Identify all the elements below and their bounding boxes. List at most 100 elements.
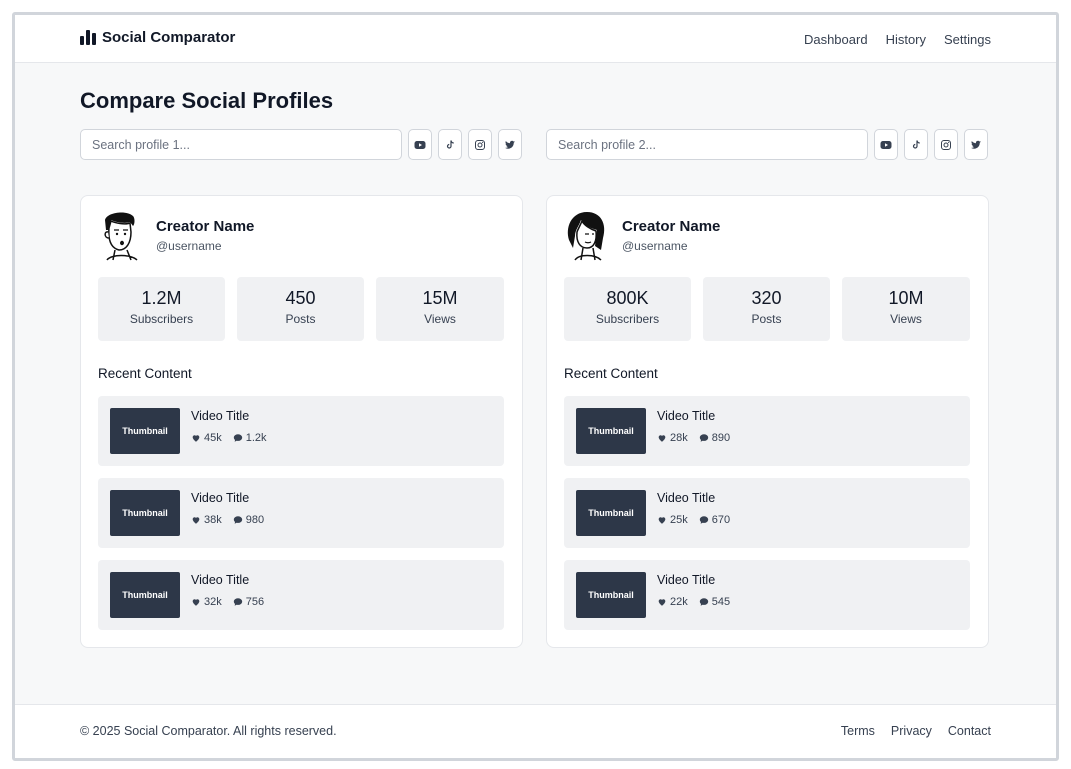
likes-count: 38k [204, 514, 222, 526]
thumbnail[interactable]: Thumbnail [576, 490, 646, 536]
stat-posts: 320 Posts [703, 277, 830, 341]
stat-posts: 450 Posts [237, 277, 364, 341]
content-list: Thumbnail Video Title 28k 890 Thumbnail … [564, 396, 970, 642]
comments-count: 670 [711, 514, 731, 526]
video-title[interactable]: Video Title [657, 409, 715, 423]
stat-views: 10M Views [842, 277, 970, 341]
stat-value: 800K [606, 288, 649, 308]
tiktok-button[interactable] [438, 129, 462, 160]
content-meta: 32k 756 [191, 596, 264, 608]
stat-value: 15M [422, 288, 458, 308]
thumbnail[interactable]: Thumbnail [576, 408, 646, 454]
thumbnail[interactable]: Thumbnail [110, 408, 180, 454]
stat-subscribers: 1.2M Subscribers [98, 277, 225, 341]
video-title[interactable]: Video Title [657, 491, 715, 505]
comment-icon [699, 598, 708, 606]
avatar-male-icon [104, 212, 138, 261]
heart-icon [192, 599, 200, 606]
footer-link-terms[interactable]: Terms [841, 724, 875, 738]
video-title[interactable]: Video Title [657, 573, 715, 587]
app-frame: Social Comparator Dashboard History Sett… [12, 12, 1059, 761]
instagram-icon [475, 139, 485, 150]
content-item[interactable]: Thumbnail Video Title 25k 670 [564, 478, 970, 548]
bar-chart-icon [80, 30, 96, 45]
creator-handle: @username [622, 239, 688, 253]
stat-value: 450 [285, 288, 316, 308]
brand[interactable]: Social Comparator [80, 29, 235, 46]
likes-count: 28k [670, 432, 688, 444]
stat-value: 10M [888, 288, 924, 308]
footer: © 2025 Social Comparator. All rights res… [15, 704, 1056, 758]
comments-count: 545 [711, 596, 731, 608]
tiktok-button[interactable] [904, 129, 928, 160]
instagram-button[interactable] [468, 129, 492, 160]
heart-icon [658, 435, 666, 442]
stat-value: 320 [751, 288, 782, 308]
nav-history[interactable]: History [886, 32, 926, 47]
creator-name: Creator Name [622, 218, 721, 235]
likes-count: 45k [204, 432, 222, 444]
stat-label: Subscribers [595, 312, 660, 326]
creator-handle: @username [156, 239, 222, 253]
stat-subscribers: 800K Subscribers [564, 277, 691, 341]
comments-count: 756 [245, 596, 265, 608]
nav-settings[interactable]: Settings [944, 32, 991, 47]
comments-count: 890 [711, 432, 731, 444]
recent-content-heading: Recent Content [564, 366, 658, 381]
content-item[interactable]: Thumbnail Video Title 38k 980 [98, 478, 504, 548]
stat-value: 1.2M [141, 288, 182, 308]
comments-count: 1.2k [245, 432, 267, 444]
content-meta: 22k 545 [657, 596, 730, 608]
comment-icon [699, 434, 708, 442]
recent-content-heading: Recent Content [98, 366, 192, 381]
thumbnail[interactable]: Thumbnail [576, 572, 646, 618]
brand-name: Social Comparator [102, 29, 236, 46]
comment-icon [233, 516, 242, 524]
comment-icon [699, 516, 708, 524]
footer-link-privacy[interactable]: Privacy [891, 724, 932, 738]
content-item[interactable]: Thumbnail Video Title 45k 1.2k [98, 396, 504, 466]
twitter-button[interactable] [498, 129, 522, 160]
search-profile-2-input[interactable] [546, 129, 868, 160]
stat-label: Subscribers [129, 312, 194, 326]
stat-label: Posts [285, 312, 316, 326]
youtube-button[interactable] [408, 129, 432, 160]
page-title: Compare Social Profiles [80, 88, 334, 113]
content-meta: 28k 890 [657, 432, 730, 444]
tiktok-icon [912, 139, 920, 149]
footer-links: Terms Privacy Contact [841, 724, 991, 738]
nav-dashboard[interactable]: Dashboard [804, 32, 868, 47]
content-item[interactable]: Thumbnail Video Title 22k 545 [564, 560, 970, 630]
thumbnail[interactable]: Thumbnail [110, 490, 180, 536]
instagram-button[interactable] [934, 129, 958, 160]
video-title[interactable]: Video Title [191, 491, 249, 505]
top-header: Social Comparator Dashboard History Sett… [15, 15, 1056, 63]
heart-icon [192, 517, 200, 524]
avatar-female-icon [567, 212, 605, 261]
content-meta: 45k 1.2k [191, 432, 267, 444]
youtube-button[interactable] [874, 129, 898, 160]
instagram-icon [941, 139, 951, 150]
content-item[interactable]: Thumbnail Video Title 28k 890 [564, 396, 970, 466]
video-title[interactable]: Video Title [191, 573, 249, 587]
search-profile-1-input[interactable] [80, 129, 402, 160]
thumbnail[interactable]: Thumbnail [110, 572, 180, 618]
copyright: © 2025 Social Comparator. All rights res… [80, 724, 337, 738]
stat-views: 15M Views [376, 277, 504, 341]
footer-link-contact[interactable]: Contact [948, 724, 991, 738]
search-row-1 [80, 129, 522, 160]
creator-name: Creator Name [156, 218, 255, 235]
twitter-icon [505, 140, 515, 149]
content-list: Thumbnail Video Title 45k 1.2k Thumbnail… [98, 396, 504, 642]
main-nav: Dashboard History Settings [804, 32, 991, 47]
stats-row: 1.2M Subscribers 450 Posts 15M Views [98, 277, 504, 341]
comment-icon [233, 598, 242, 606]
twitter-icon [971, 140, 981, 149]
twitter-button[interactable] [964, 129, 988, 160]
tiktok-icon [446, 139, 454, 149]
stats-row: 800K Subscribers 320 Posts 10M Views [564, 277, 970, 341]
stat-label: Posts [751, 312, 782, 326]
heart-icon [658, 517, 666, 524]
content-item[interactable]: Thumbnail Video Title 32k 756 [98, 560, 504, 630]
video-title[interactable]: Video Title [191, 409, 249, 423]
